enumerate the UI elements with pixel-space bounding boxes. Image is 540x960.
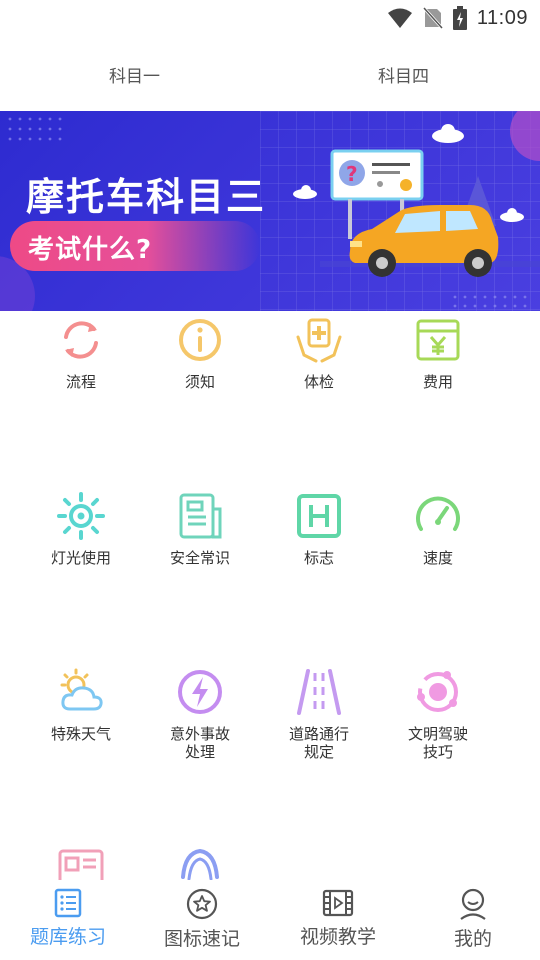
orbit-icon: [417, 671, 458, 712]
no-signal-icon: [422, 7, 443, 29]
battery-icon: [452, 6, 467, 30]
lightning-icon: [178, 670, 222, 714]
grid-label: 标志: [303, 549, 334, 567]
grid-item-notice[interactable]: 须知: [140, 315, 260, 391]
speedometer-icon: [416, 496, 460, 531]
h-sign-icon: [297, 494, 341, 538]
nav-sign-memo[interactable]: 图标速记: [142, 888, 262, 951]
grid-item-road-rules[interactable]: 道路通行 规定: [259, 667, 379, 761]
grid-label: 文明驾驶 技巧: [407, 725, 468, 761]
banner-subtitle: 考试什么?: [28, 235, 153, 265]
grid-label: 速度: [422, 549, 453, 567]
grid-item-process[interactable]: 流程: [21, 315, 141, 391]
nav-label: 图标速记: [163, 928, 240, 950]
promo-banner[interactable]: ? 摩托车科目三 考试什么?: [0, 111, 540, 311]
wifi-icon: [387, 8, 412, 28]
star-circle-icon: [186, 888, 218, 920]
grid-label: 道路通行 规定: [288, 725, 349, 761]
refresh-cycle-icon: [64, 321, 98, 359]
film-icon: [322, 889, 354, 917]
nav-label: 视频教学: [299, 926, 376, 948]
yen-wallet-icon: [416, 319, 460, 361]
grid-item-speed[interactable]: 速度: [378, 491, 498, 567]
nav-label: 题库练习: [29, 926, 106, 948]
list-doc-icon: [54, 888, 82, 918]
tab-subject-four[interactable]: 科目四: [378, 62, 429, 87]
grid-item-fees[interactable]: 费用: [378, 315, 498, 391]
medical-hands-icon: [296, 318, 342, 363]
grid-item-accident[interactable]: 意外事故 处理: [140, 667, 260, 761]
sun-light-icon: [57, 492, 105, 540]
nav-mine[interactable]: 我的: [413, 888, 533, 951]
status-icons: 11:09: [387, 6, 528, 30]
bottom-nav: 题库练习 图标速记 视频教学 我的: [0, 880, 540, 960]
grid-item-signs[interactable]: 标志: [259, 491, 379, 567]
grid-label: 意外事故 处理: [169, 725, 230, 761]
document-icon: [179, 493, 222, 539]
nav-label: 我的: [453, 928, 492, 950]
road-icon: [297, 669, 341, 715]
grid-item-safety[interactable]: 安全常识: [140, 491, 260, 567]
grid-label: 费用: [422, 373, 453, 391]
info-icon: [179, 319, 221, 361]
grid-item-civil-driving[interactable]: 文明驾驶 技巧: [378, 667, 498, 761]
grid-label: 特殊天气: [50, 725, 111, 743]
grid-label: 须知: [184, 373, 215, 391]
grid-item-checkup[interactable]: 体检: [259, 315, 379, 391]
grid-item-lighting[interactable]: 灯光使用: [21, 491, 141, 567]
tab-subject-one[interactable]: 科目一: [109, 62, 160, 87]
grid-label: 安全常识: [169, 549, 230, 567]
status-bar: 11:09: [0, 0, 540, 36]
grid-item-weather[interactable]: 特殊天气: [21, 667, 141, 743]
nav-video-teaching[interactable]: 视频教学: [278, 888, 398, 949]
grid-label: 体检: [303, 373, 334, 391]
grid-label: 流程: [65, 373, 96, 391]
weather-icon: [60, 668, 103, 711]
top-tabs: 科目一 科目四: [0, 50, 540, 98]
svg-text:?: ?: [346, 162, 358, 186]
user-icon: [460, 888, 486, 920]
status-time: 11:09: [476, 6, 528, 29]
grid-label: 灯光使用: [50, 549, 111, 567]
banner-title: 摩托车科目三: [26, 175, 267, 219]
banner-subtitle-pill: 考试什么?: [10, 221, 260, 271]
nav-question-bank[interactable]: 题库练习: [8, 888, 128, 949]
